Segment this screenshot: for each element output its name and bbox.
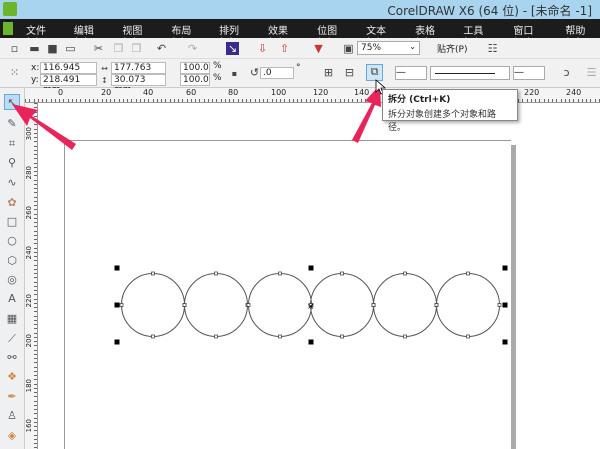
selection-handle (114, 265, 120, 271)
pointer-arrow-icon (352, 85, 381, 143)
node-handle (403, 271, 407, 276)
node-handle (340, 334, 344, 339)
circle-shape (248, 273, 312, 337)
node-handle (182, 303, 187, 307)
pointer-arrow-icon (12, 104, 76, 150)
node-handle (466, 334, 470, 339)
circle-shape (310, 273, 374, 337)
node-handle (278, 334, 282, 339)
node-handle (214, 334, 218, 339)
node-handle (151, 271, 155, 276)
selection-handle (308, 339, 314, 345)
tooltip-title: 拆分 (Ctrl+K) (388, 95, 451, 105)
selection-handle (502, 265, 508, 271)
selection-handle (114, 302, 120, 308)
selection-handle (308, 265, 314, 271)
node-handle (497, 303, 502, 307)
circle-shape (121, 273, 185, 337)
node-handle (151, 334, 155, 339)
tooltip: 拆分 (Ctrl+K) 拆分对象创建多个对象和路径。 (382, 89, 518, 133)
node-handle (214, 271, 218, 276)
node-handle (371, 303, 376, 307)
circle-shape (184, 273, 248, 337)
drawing-overlay: × (12, 79, 508, 345)
node-handle (466, 271, 470, 276)
node-handle (119, 303, 124, 307)
selection-handle (502, 339, 508, 345)
tooltip-description: 拆分对象创建多个对象和路径。 (388, 110, 497, 133)
node-handle (434, 303, 439, 307)
node-handle (246, 303, 251, 307)
circle-shape (373, 273, 437, 337)
circle-shape (436, 273, 500, 337)
center-marker-icon: × (307, 302, 315, 312)
selection-handle (114, 339, 120, 345)
selection-handle (502, 302, 508, 308)
node-handle (340, 271, 344, 276)
node-handle (278, 271, 282, 276)
node-handle (403, 334, 407, 339)
